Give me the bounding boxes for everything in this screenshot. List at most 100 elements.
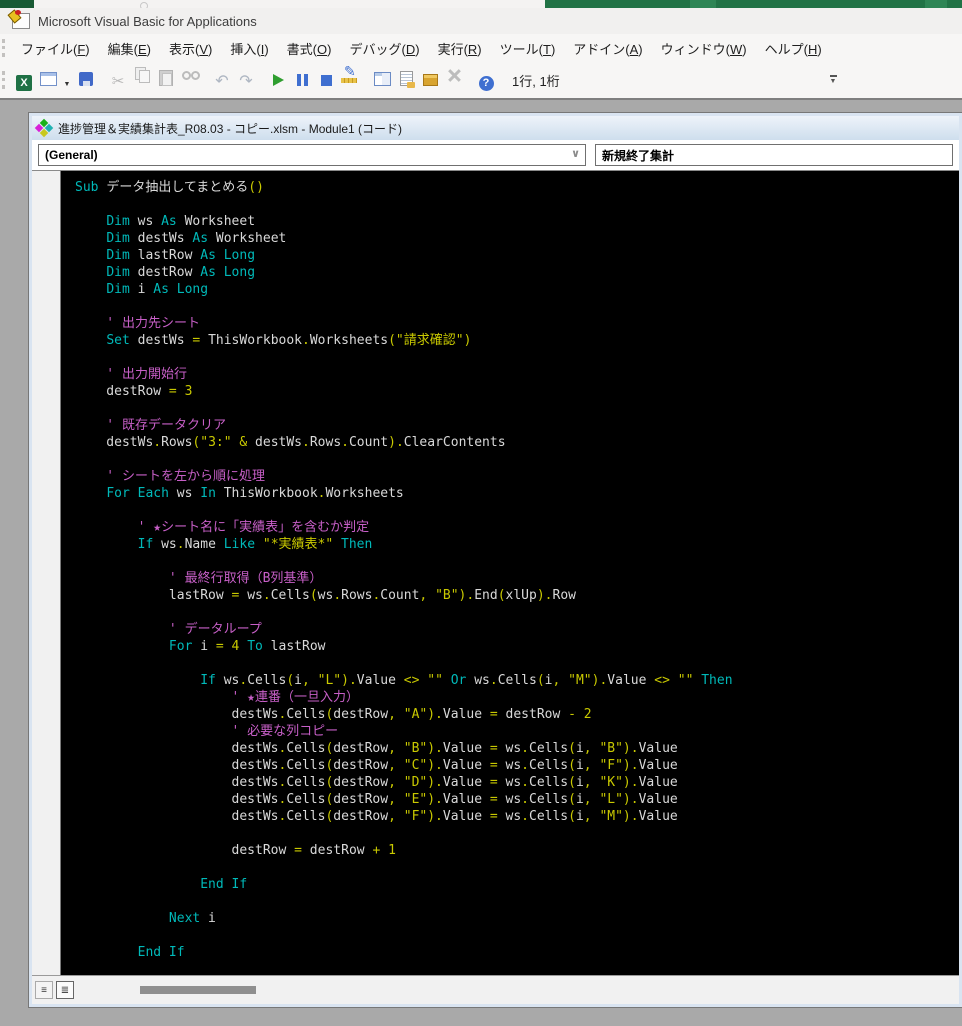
horizontal-scrollbar-thumb[interactable]	[140, 986, 256, 994]
code-line: Dim destWs As Worksheet	[106, 231, 287, 246]
code-line: ' 最終行取得（B列基準）	[75, 571, 323, 586]
excel-window-strip	[0, 0, 962, 10]
procedure-dropdown[interactable]: 新規終了集計	[595, 144, 953, 166]
excel-corner-block	[0, 0, 34, 8]
horizontal-scrollbar[interactable]	[74, 976, 959, 1004]
excel-window-controls-fragment	[925, 0, 947, 8]
code-line: Dim i As Long	[106, 282, 209, 297]
view-excel-icon[interactable]	[13, 72, 35, 94]
object-dropdown[interactable]: (General) ∨	[38, 144, 586, 166]
help-icon[interactable]	[475, 73, 497, 95]
menu-item-書式[interactable]: 書式(O)	[278, 35, 341, 62]
code-line: If ws.Cells(i, "L").Value <> "" Or ws.Ce…	[200, 673, 733, 688]
undo-icon[interactable]	[211, 70, 233, 92]
run-icon[interactable]	[267, 69, 289, 91]
mdi-workspace: 進捗管理＆実績集計表_R08.03 - コピー.xlsm - Module1 (…	[0, 98, 962, 1026]
code-line: Dim ws As Worksheet	[106, 214, 256, 229]
menu-item-ヘルプ[interactable]: ヘルプ(H)	[756, 35, 831, 62]
insert-dropdown-icon[interactable]	[61, 74, 73, 96]
toolbox-icon[interactable]	[443, 64, 465, 86]
excel-ribbon-fragment	[690, 0, 716, 8]
menu-item-ウィンドウ[interactable]: ウィンドウ(W)	[652, 35, 756, 62]
code-line: ' 出力先シート	[75, 316, 200, 331]
menu-item-挿入[interactable]: 挿入(I)	[221, 35, 277, 62]
chevron-down-icon[interactable]: ∨	[571, 147, 580, 160]
code-line: destWs.Cells(destRow, "B").Value = ws.Ce…	[75, 741, 678, 756]
code-line: destRow = 3	[75, 384, 193, 399]
code-line: ' ★連番（一旦入力）	[75, 690, 360, 705]
code-line: destWs.Cells(destRow, "A").Value = destR…	[75, 707, 592, 722]
code-line: Next i	[168, 911, 216, 926]
code-line: For i = 4 To lastRow	[168, 639, 326, 654]
toolbar-drag-handle[interactable]	[2, 71, 8, 89]
menu-item-表示[interactable]: 表示(V)	[160, 35, 221, 62]
find-icon[interactable]	[179, 64, 201, 86]
window-title: Microsoft Visual Basic for Applications	[38, 13, 257, 29]
menu-item-ファイル[interactable]: ファイル(F)	[12, 35, 99, 62]
cut-icon[interactable]	[107, 70, 129, 92]
properties-window-icon[interactable]	[395, 68, 417, 90]
code-line: For Each ws In ThisWorkbook.Worksheets	[106, 486, 404, 501]
design-mode-icon[interactable]	[339, 63, 361, 86]
margin-indicator-bar[interactable]	[32, 171, 61, 975]
code-line: End If	[200, 877, 248, 892]
code-region: Sub データ抽出してまとめる() Dim ws As Worksheet Di…	[32, 171, 959, 975]
cursor-position-status: 1行, 1桁	[512, 73, 560, 89]
menu-item-ツール[interactable]: ツール(T)	[491, 35, 565, 62]
code-window: 進捗管理＆実績集計表_R08.03 - コピー.xlsm - Module1 (…	[28, 112, 962, 1008]
save-icon[interactable]	[75, 68, 97, 90]
menu-item-アドイン[interactable]: アドイン(A)	[564, 35, 651, 62]
code-window-title: 進捗管理＆実績集計表_R08.03 - コピー.xlsm - Module1 (…	[58, 121, 403, 136]
project-explorer-icon[interactable]	[371, 68, 393, 90]
insert-userform-icon[interactable]	[37, 68, 59, 90]
code-line: If ws.Name Like "*実績表*" Then	[137, 537, 373, 552]
object-procedure-row: (General) ∨ 新規終了集計	[32, 140, 959, 171]
code-line: ' 既存データクリア	[75, 418, 226, 433]
menu-item-デバッグ[interactable]: デバッグ(D)	[340, 35, 428, 62]
menu-item-実行[interactable]: 実行(R)	[429, 35, 491, 62]
toolbar: 1行, 1桁	[0, 62, 962, 98]
reset-icon[interactable]	[315, 70, 337, 92]
module-icon	[34, 118, 54, 138]
code-line: destRow = destRow + 1	[75, 843, 396, 858]
break-icon[interactable]	[291, 69, 313, 91]
vba-app-icon	[12, 10, 30, 29]
code-line: destWs.Cells(destRow, "E").Value = ws.Ce…	[75, 792, 678, 807]
code-editor[interactable]: Sub データ抽出してまとめる() Dim ws As Worksheet Di…	[61, 171, 959, 975]
code-line: Dim destRow As Long	[106, 265, 256, 280]
code-line: ' 必要な列コピー	[75, 724, 339, 739]
code-line: ' データループ	[75, 622, 262, 637]
code-line: End If	[137, 945, 185, 960]
code-line: destWs.Cells(destRow, "D").Value = ws.Ce…	[75, 775, 678, 790]
code-line: Sub データ抽出してまとめる()	[75, 180, 264, 195]
menu-item-編集[interactable]: 編集(E)	[99, 35, 160, 62]
code-line: destWs.Rows("3:" & destWs.Rows.Count).Cl…	[75, 435, 506, 450]
redo-icon[interactable]	[235, 70, 257, 92]
toolbar-options-button[interactable]	[826, 70, 840, 90]
paste-icon[interactable]	[155, 67, 177, 89]
excel-green-band	[545, 0, 962, 8]
code-line: lastRow = ws.Cells(ws.Rows.Count, "B").E…	[75, 588, 576, 603]
full-module-view-button[interactable]: ≣	[56, 981, 74, 999]
copy-icon[interactable]	[131, 64, 153, 86]
vba-titlebar[interactable]: Microsoft Visual Basic for Applications	[0, 8, 962, 35]
object-browser-icon[interactable]	[419, 69, 441, 91]
code-window-titlebar[interactable]: 進捗管理＆実績集計表_R08.03 - コピー.xlsm - Module1 (…	[32, 116, 959, 140]
code-line: ' 出力開始行	[75, 367, 187, 382]
object-dropdown-value: (General)	[45, 148, 98, 162]
menubar-drag-handle[interactable]	[2, 39, 8, 57]
menubar: ファイル(F) 編集(E) 表示(V) 挿入(I) 書式(O) デバッグ(D) 実行(R) ツ…	[0, 34, 962, 63]
procedure-view-button[interactable]: ≡	[35, 981, 53, 999]
code-line: destWs.Cells(destRow, "F").Value = ws.Ce…	[75, 809, 678, 824]
code-line: Set destWs = ThisWorkbook.Worksheets("請求…	[106, 333, 472, 348]
